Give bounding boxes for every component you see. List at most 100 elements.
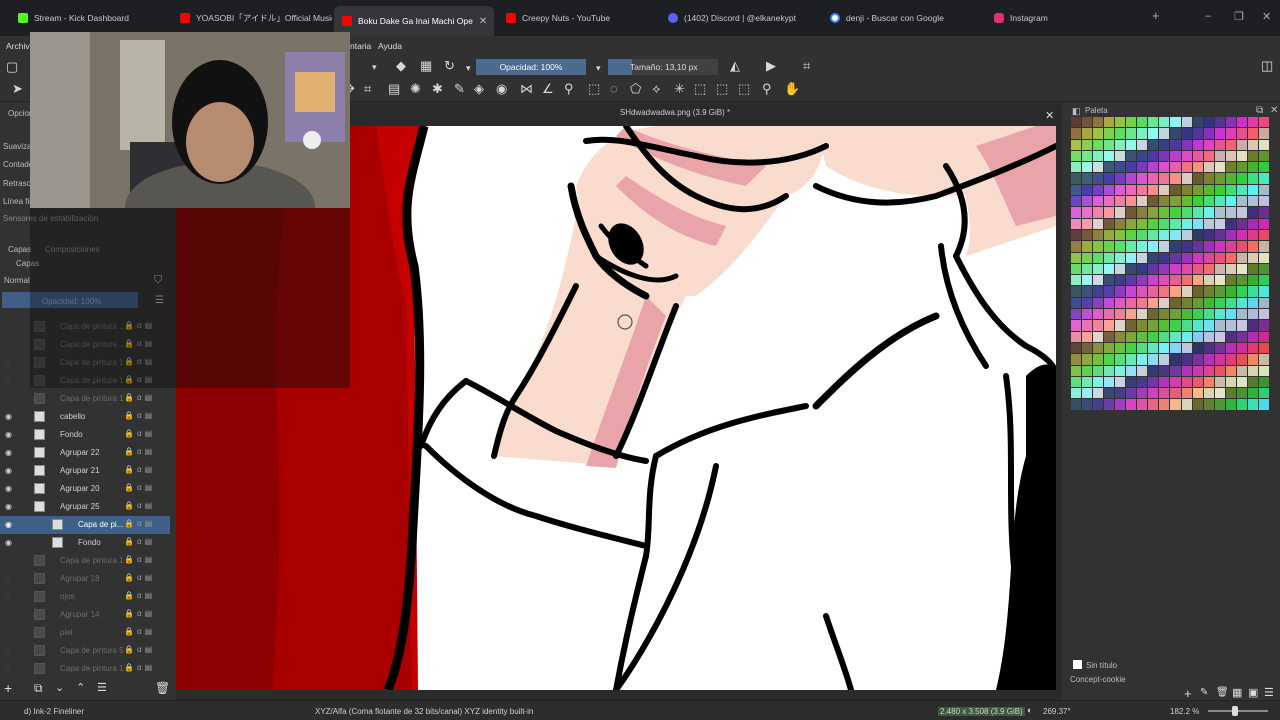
layer-lock-icon[interactable]: 🔒α▤ (124, 573, 155, 582)
palette-swatch[interactable] (1181, 173, 1192, 184)
palette-swatch[interactable] (1214, 388, 1225, 399)
reload-preset-icon[interactable]: ↻ (444, 59, 455, 73)
palette-swatch[interactable] (1203, 275, 1214, 286)
palette-swatch[interactable] (1071, 354, 1082, 365)
palette-swatch[interactable] (1071, 229, 1082, 241)
layer-row[interactable]: ◉ Agrupar 21 🔒α▤ (0, 462, 170, 480)
palette-swatch[interactable] (1137, 207, 1148, 218)
palette-swatch[interactable] (1082, 320, 1093, 331)
palette-swatch[interactable] (1247, 320, 1258, 331)
palette-swatch[interactable] (1093, 218, 1104, 229)
polygon-select-icon[interactable]: ⬠ (630, 82, 641, 96)
palette-swatch[interactable] (1137, 342, 1148, 354)
palette-swatch[interactable] (1214, 263, 1225, 275)
palette-swatch[interactable] (1115, 399, 1126, 410)
palette-swatch[interactable] (1126, 365, 1137, 376)
palette-swatch[interactable] (1093, 173, 1104, 184)
palette-swatch[interactable] (1203, 196, 1214, 207)
palette-swatch[interactable] (1181, 297, 1192, 309)
palette-swatch[interactable] (1214, 354, 1225, 365)
palette-swatch[interactable] (1181, 139, 1192, 150)
zoom-icon[interactable]: ⚲ (762, 82, 772, 96)
palette-swatch[interactable] (1126, 263, 1137, 275)
palette-swatch[interactable] (1137, 376, 1148, 388)
palette-swatch[interactable] (1170, 241, 1181, 252)
palette-swatch[interactable] (1214, 162, 1225, 173)
palette-swatch[interactable] (1137, 229, 1148, 241)
palette-swatch[interactable] (1258, 354, 1269, 365)
mirror-horizontal-icon[interactable]: ◭ (730, 59, 740, 73)
palette-swatch[interactable] (1104, 184, 1115, 196)
palette-swatch[interactable] (1214, 376, 1225, 388)
palette-swatch[interactable] (1192, 252, 1203, 263)
palette-swatch[interactable] (1148, 207, 1159, 218)
layer-row[interactable]: ◉ Agrupar 25 🔒α▤ (0, 498, 170, 516)
palette-swatch[interactable] (1258, 252, 1269, 263)
layer-lock-icon[interactable]: 🔒α▤ (124, 429, 155, 438)
palette-swatch[interactable] (1159, 354, 1170, 365)
palette-swatch[interactable] (1170, 218, 1181, 229)
palette-swatch[interactable] (1148, 184, 1159, 196)
palette-swatch[interactable] (1137, 263, 1148, 275)
browser-tab-discord[interactable]: (1402) Discord | @elkanekypt (660, 6, 820, 30)
palette-swatch[interactable] (1236, 263, 1247, 275)
palette-swatch[interactable] (1071, 173, 1082, 184)
palette-swatch[interactable] (1192, 365, 1203, 376)
palette-swatch[interactable] (1082, 365, 1093, 376)
palette-swatch[interactable] (1170, 399, 1181, 410)
palette-swatch[interactable] (1170, 309, 1181, 320)
palette-swatch[interactable] (1203, 331, 1214, 342)
visibility-eye-icon[interactable]: ◌ (5, 394, 10, 403)
palette-swatch[interactable] (1214, 286, 1225, 297)
palette-swatch[interactable] (1203, 207, 1214, 218)
zoom-slider-handle[interactable] (1232, 706, 1238, 716)
palette-swatch[interactable] (1247, 309, 1258, 320)
brush-size-slider[interactable]: Tamaño: 13,10 px (608, 59, 718, 75)
palette-swatch[interactable] (1170, 229, 1181, 241)
palette-swatch[interactable] (1159, 241, 1170, 252)
palette-swatch[interactable] (1214, 365, 1225, 376)
dock-layout-icon[interactable]: ◫ (1261, 59, 1273, 73)
palette-swatch[interactable] (1115, 320, 1126, 331)
gradient-icon[interactable]: ▤ (388, 82, 400, 96)
palette-swatch[interactable] (1148, 229, 1159, 241)
palette-swatch[interactable] (1225, 252, 1236, 263)
palette-swatch[interactable] (1247, 388, 1258, 399)
palette-swatch[interactable] (1082, 263, 1093, 275)
palette-swatch[interactable] (1071, 162, 1082, 173)
similar-select-icon[interactable]: ⬚ (694, 82, 706, 96)
chevron-down-icon[interactable]: ▾ (466, 61, 471, 75)
palette-swatch[interactable] (1247, 173, 1258, 184)
palette-swatch[interactable] (1225, 218, 1236, 229)
palette-swatch[interactable] (1126, 162, 1137, 173)
palette-swatch[interactable] (1082, 241, 1093, 252)
palette-swatch[interactable] (1192, 297, 1203, 309)
palette-swatch[interactable] (1225, 184, 1236, 196)
palette-swatch[interactable] (1148, 263, 1159, 275)
palette-swatch[interactable] (1082, 331, 1093, 342)
palette-swatch[interactable] (1137, 309, 1148, 320)
palette-swatch[interactable] (1203, 128, 1214, 139)
palette-swatch[interactable] (1225, 229, 1236, 241)
palette-swatch[interactable] (1126, 150, 1137, 162)
palette-swatch[interactable] (1247, 331, 1258, 342)
alpha-lock-icon[interactable]: ▦ (420, 59, 432, 73)
layer-lock-icon[interactable]: 🔒α▤ (124, 663, 155, 672)
palette-swatch[interactable] (1236, 399, 1247, 410)
palette-swatch[interactable] (1159, 309, 1170, 320)
palette-swatch[interactable] (1071, 218, 1082, 229)
palette-swatch[interactable] (1258, 173, 1269, 184)
palette-swatch[interactable] (1115, 376, 1126, 388)
palette-swatch[interactable] (1104, 399, 1115, 410)
palette-swatch[interactable] (1192, 117, 1203, 128)
palette-swatch[interactable] (1192, 275, 1203, 286)
palette-swatch[interactable] (1093, 117, 1104, 128)
layer-lock-icon[interactable]: 🔒α▤ (124, 555, 155, 564)
palette-swatch[interactable] (1192, 342, 1203, 354)
palette-swatch[interactable] (1225, 139, 1236, 150)
palette-swatch[interactable] (1126, 139, 1137, 150)
palette-swatch[interactable] (1247, 196, 1258, 207)
palette-swatch[interactable] (1170, 320, 1181, 331)
layer-row[interactable]: ◉ Capa de pi... 🔒α▤ (0, 516, 170, 534)
visibility-eye-icon[interactable]: ◉ (5, 430, 12, 439)
